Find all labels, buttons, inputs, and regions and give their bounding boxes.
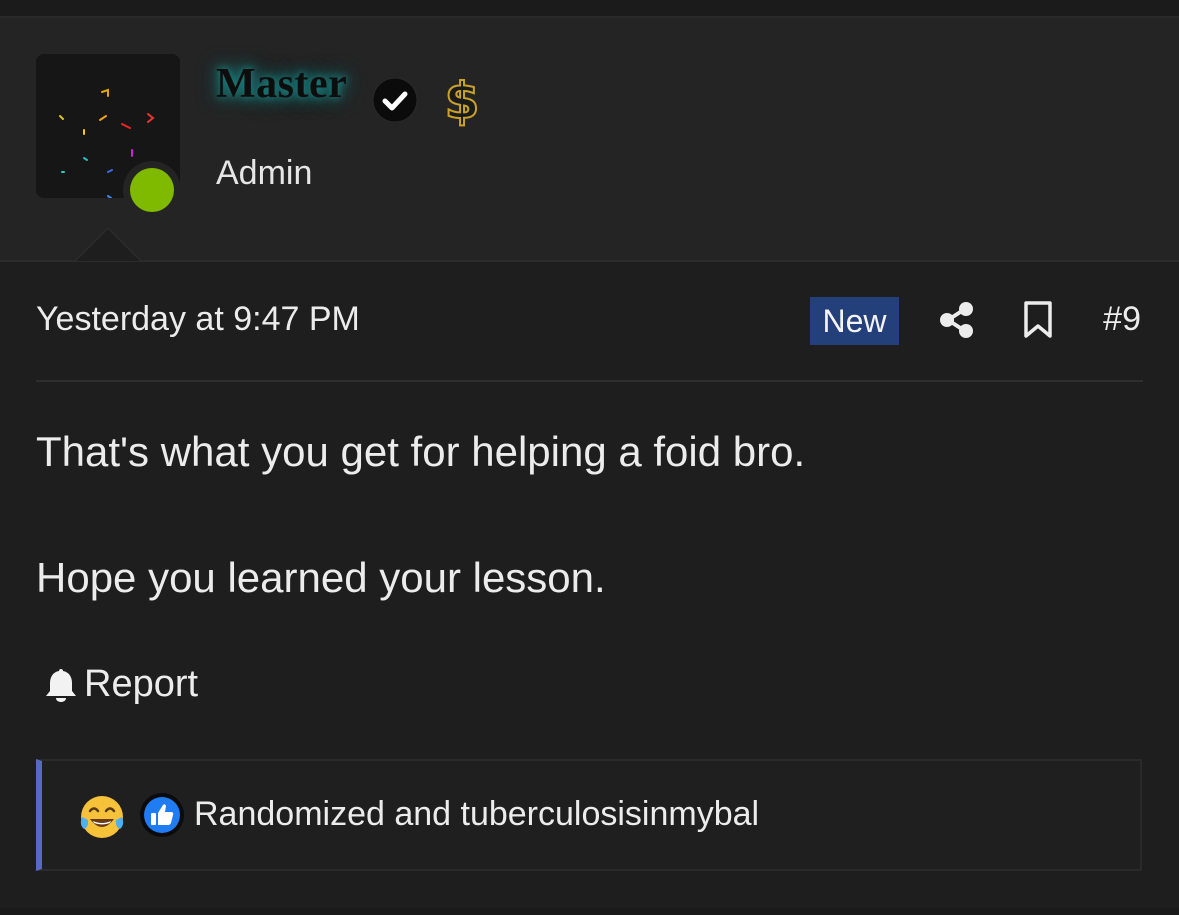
reactions-bar[interactable]: Randomized and tuberculosisinmybal bbox=[36, 759, 1142, 871]
report-label: Report bbox=[84, 663, 199, 705]
tears-of-joy-emoji bbox=[80, 796, 124, 838]
top-strip bbox=[0, 0, 1179, 18]
bookmark-icon[interactable] bbox=[1023, 300, 1053, 340]
reaction-users[interactable]: Randomized and tuberculosisinmybal bbox=[194, 795, 759, 834]
user-header-caret bbox=[74, 227, 142, 261]
user-title: Admin bbox=[216, 154, 313, 192]
post-body-line: Hope you learned your lesson. bbox=[36, 554, 606, 601]
like-icon bbox=[140, 793, 184, 837]
post-body-line: That's what you get for helping a foid b… bbox=[36, 428, 806, 475]
bell-icon bbox=[46, 668, 76, 702]
post-number-link[interactable]: #9 bbox=[1103, 300, 1141, 339]
report-button[interactable]: Report bbox=[44, 663, 198, 706]
bottom-strip bbox=[0, 908, 1179, 915]
post-divider bbox=[36, 380, 1143, 382]
verified-check-icon bbox=[372, 77, 418, 123]
share-icon[interactable] bbox=[938, 300, 976, 340]
post-date[interactable]: Yesterday at 9:47 PM bbox=[36, 300, 360, 339]
username[interactable]: Master bbox=[216, 60, 347, 108]
online-status-indicator bbox=[123, 161, 181, 219]
new-badge: New bbox=[810, 297, 899, 345]
svg-text:$: $ bbox=[445, 72, 480, 128]
post-user-header: Master $ Admin bbox=[0, 18, 1179, 262]
dollar-sign-icon: $ bbox=[444, 71, 481, 128]
